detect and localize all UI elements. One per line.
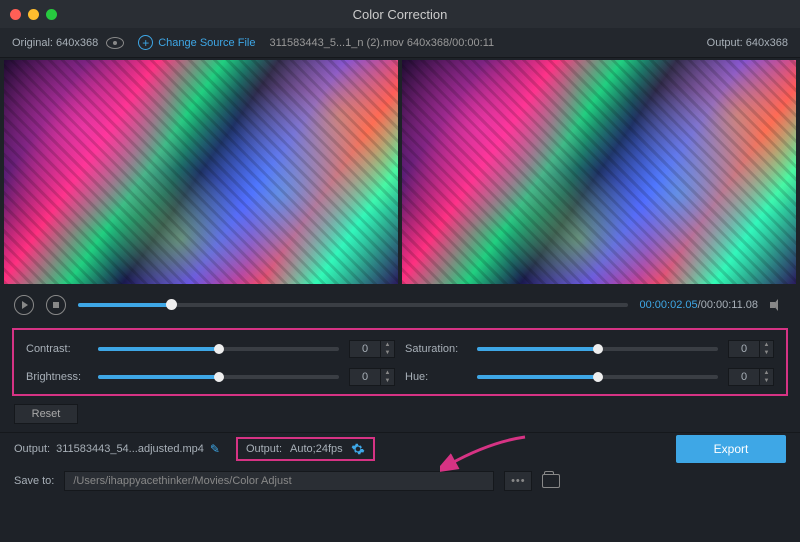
maximize-icon[interactable] — [46, 9, 57, 20]
brightness-value[interactable]: 0▲▼ — [349, 368, 395, 386]
change-source-label: Change Source File — [158, 37, 255, 49]
browse-button[interactable]: ••• — [504, 471, 532, 491]
time-current: 00:00:02.05 — [640, 299, 698, 311]
chevron-up-icon[interactable]: ▲ — [760, 341, 773, 349]
contrast-slider[interactable] — [98, 347, 339, 351]
chevron-down-icon[interactable]: ▼ — [760, 377, 773, 385]
chevron-down-icon[interactable]: ▼ — [381, 377, 394, 385]
brightness-label: Brightness: — [26, 371, 88, 383]
time-display: 00:00:02.05/00:00:11.08 — [640, 299, 758, 311]
reset-button[interactable]: Reset — [14, 404, 78, 424]
toolbar: Original: 640x368 + Change Source File 3… — [0, 28, 800, 58]
minimize-icon[interactable] — [28, 9, 39, 20]
eye-icon[interactable] — [106, 37, 124, 49]
output-filename: 311583443_54...adjusted.mp4 — [56, 443, 204, 455]
output-profile-box[interactable]: Output: Auto;24fps — [236, 437, 375, 461]
output-label: Output: — [14, 443, 50, 455]
volume-icon[interactable] — [770, 298, 786, 312]
original-size-label: Original: 640x368 — [12, 37, 98, 49]
source-file-info: 311583443_5...1_n (2).mov 640x368/00:00:… — [269, 37, 494, 49]
contrast-label: Contrast: — [26, 343, 88, 355]
save-row: Save to: /Users/ihappyacethinker/Movies/… — [0, 464, 800, 498]
close-icon[interactable] — [10, 9, 21, 20]
titlebar: Color Correction — [0, 0, 800, 28]
window-title: Color Correction — [353, 7, 448, 22]
chevron-up-icon[interactable]: ▲ — [760, 369, 773, 377]
play-icon — [22, 301, 28, 309]
saturation-slider[interactable] — [477, 347, 718, 351]
preview-original — [4, 60, 398, 284]
output-profile-value: Auto;24fps — [290, 443, 343, 455]
window-controls — [10, 9, 57, 20]
chevron-down-icon[interactable]: ▼ — [760, 349, 773, 357]
hue-slider[interactable] — [477, 375, 718, 379]
hue-value[interactable]: 0▲▼ — [728, 368, 774, 386]
saturation-label: Saturation: — [405, 343, 467, 355]
chevron-down-icon[interactable]: ▼ — [381, 349, 394, 357]
hue-label: Hue: — [405, 371, 467, 383]
preview-output — [402, 60, 796, 284]
color-adjust-panel: Contrast: 0▲▼ Saturation: 0▲▼ Brightness… — [12, 328, 788, 396]
chevron-up-icon[interactable]: ▲ — [381, 341, 394, 349]
folder-icon[interactable] — [542, 474, 560, 488]
plus-icon: + — [138, 35, 153, 50]
saturation-value[interactable]: 0▲▼ — [728, 340, 774, 358]
gear-icon[interactable] — [351, 442, 365, 456]
stop-icon — [53, 302, 59, 308]
seek-slider[interactable] — [78, 303, 628, 307]
save-path-field[interactable]: /Users/ihappyacethinker/Movies/Color Adj… — [64, 471, 494, 491]
change-source-button[interactable]: + Change Source File — [138, 35, 255, 50]
contrast-value[interactable]: 0▲▼ — [349, 340, 395, 358]
edit-icon[interactable]: ✎ — [210, 442, 220, 456]
play-button[interactable] — [14, 295, 34, 315]
output-size-label: Output: 640x368 — [707, 37, 788, 49]
output-row: Output: 311583443_54...adjusted.mp4 ✎ Ou… — [0, 432, 800, 464]
chevron-up-icon[interactable]: ▲ — [381, 369, 394, 377]
brightness-slider[interactable] — [98, 375, 339, 379]
output-profile-label: Output: — [246, 443, 282, 455]
time-total: /00:00:11.08 — [698, 299, 758, 311]
preview-area — [0, 58, 800, 286]
stop-button[interactable] — [46, 295, 66, 315]
save-to-label: Save to: — [14, 475, 54, 487]
export-button[interactable]: Export — [676, 435, 786, 463]
playback-bar: 00:00:02.05/00:00:11.08 — [0, 286, 800, 324]
